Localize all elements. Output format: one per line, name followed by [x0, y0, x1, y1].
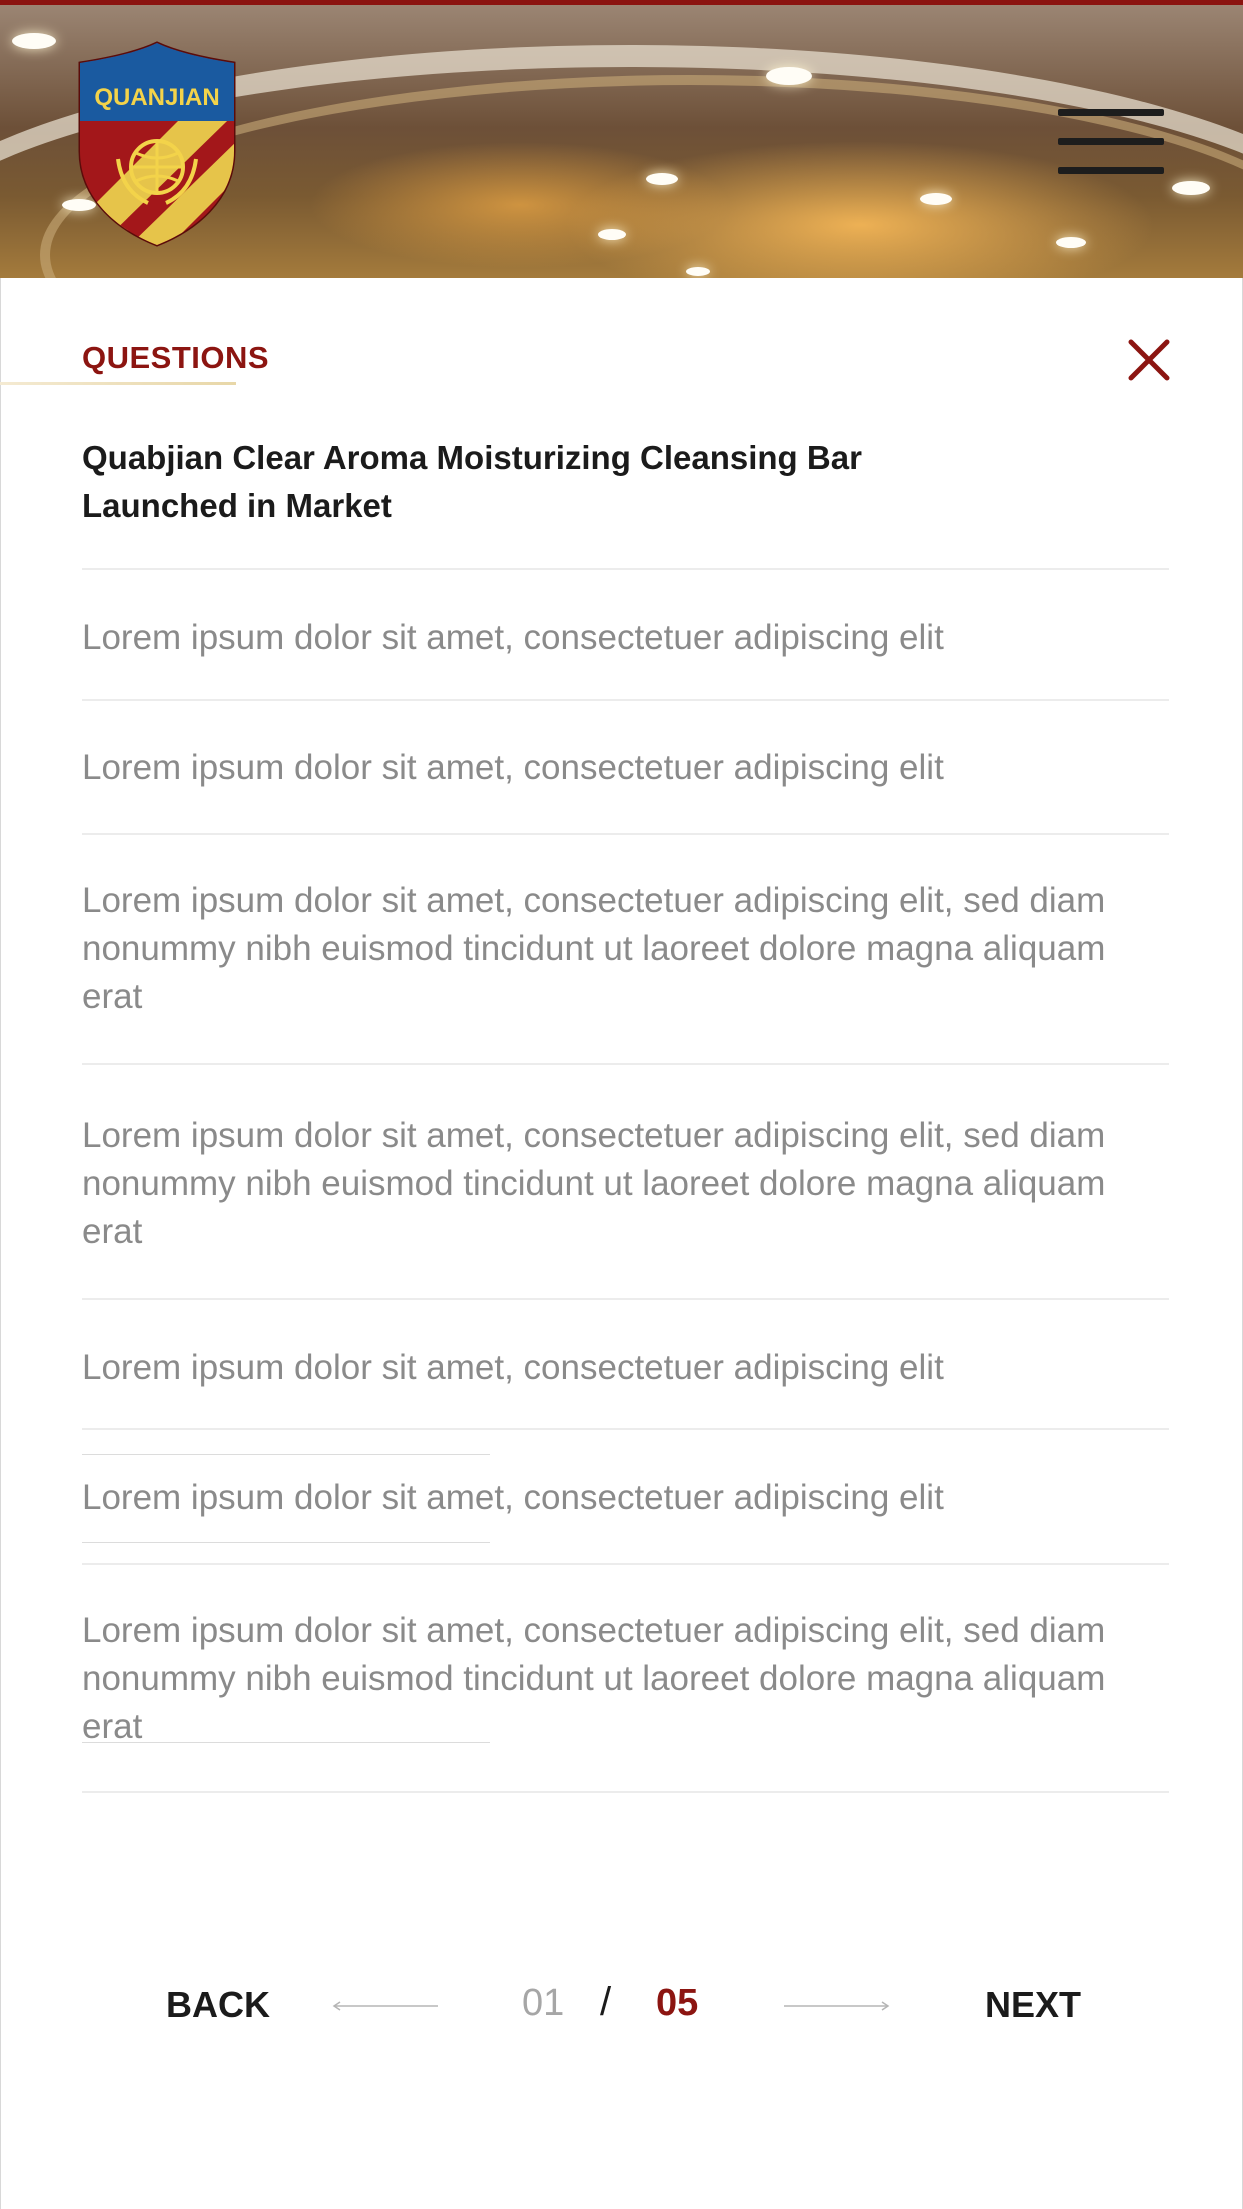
- faq-item[interactable]: Lorem ipsum dolor sit amet, consectetuer…: [82, 833, 1169, 1063]
- faq-item[interactable]: Lorem ipsum dolor sit amet, consectetuer…: [82, 568, 1169, 699]
- ceiling-light: [766, 67, 812, 85]
- faq-item[interactable]: Lorem ipsum dolor sit amet, consectetuer…: [82, 699, 1169, 833]
- menu-bar: [1058, 167, 1164, 174]
- close-icon[interactable]: [1127, 338, 1171, 382]
- quanjian-logo[interactable]: QUANJIAN: [78, 41, 236, 247]
- logo-text: QUANJIAN: [94, 84, 219, 111]
- divider: [82, 1454, 490, 1455]
- menu-bar: [1058, 138, 1164, 145]
- section-title: QUESTIONS: [82, 340, 270, 375]
- ceiling-light: [646, 173, 678, 185]
- faq-item[interactable]: Lorem ipsum dolor sit amet, consectetuer…: [82, 1298, 1169, 1428]
- faq-item-text: Lorem ipsum dolor sit amet, consectetuer…: [82, 1116, 1106, 1251]
- next-button[interactable]: NEXT: [985, 1984, 1081, 2026]
- ceiling-light: [920, 193, 952, 205]
- divider: [82, 1542, 490, 1543]
- faq-item-text: Lorem ipsum dolor sit amet, consectetuer…: [82, 618, 944, 657]
- ceiling-light: [1056, 237, 1086, 248]
- title-underline: [0, 382, 236, 385]
- arrow-left-icon[interactable]: [332, 2000, 440, 2012]
- faq-item-text: Lorem ipsum dolor sit amet, consectetuer…: [82, 881, 1106, 1016]
- faq-list: Lorem ipsum dolor sit amet, consectetuer…: [82, 568, 1169, 1793]
- question-heading: Quabjian Clear Aroma Moisturizing Cleans…: [82, 439, 862, 524]
- pagination: BACK 01 / 05 NEXT: [0, 1970, 1243, 2040]
- hamburger-menu-icon[interactable]: [1058, 109, 1164, 175]
- ceiling-light: [598, 229, 626, 240]
- back-button[interactable]: BACK: [166, 1984, 270, 2026]
- faq-item-text: Lorem ipsum dolor sit amet, consectetuer…: [82, 1478, 944, 1517]
- page-total: 05: [656, 1982, 699, 2024]
- faq-item-text: Lorem ipsum dolor sit amet, consectetuer…: [82, 748, 944, 787]
- ceiling-light: [12, 33, 56, 49]
- faq-item[interactable]: Lorem ipsum dolor sit amet, consectetuer…: [82, 1063, 1169, 1298]
- page-separator: /: [600, 1980, 612, 2024]
- faq-item-text: Lorem ipsum dolor sit amet, consectetuer…: [82, 1611, 1106, 1746]
- ceiling-light: [1172, 181, 1210, 195]
- ceiling-light: [686, 267, 710, 276]
- faq-item[interactable]: Lorem ipsum dolor sit amet, consectetuer…: [82, 1563, 1169, 1793]
- divider: [82, 1742, 490, 1743]
- arrow-right-icon[interactable]: [782, 2000, 890, 2012]
- menu-bar: [1058, 109, 1164, 116]
- page-current: 01: [522, 1982, 565, 2024]
- header-banner: QUANJIAN: [0, 0, 1243, 278]
- faq-item-text: Lorem ipsum dolor sit amet, consectetuer…: [82, 1348, 944, 1387]
